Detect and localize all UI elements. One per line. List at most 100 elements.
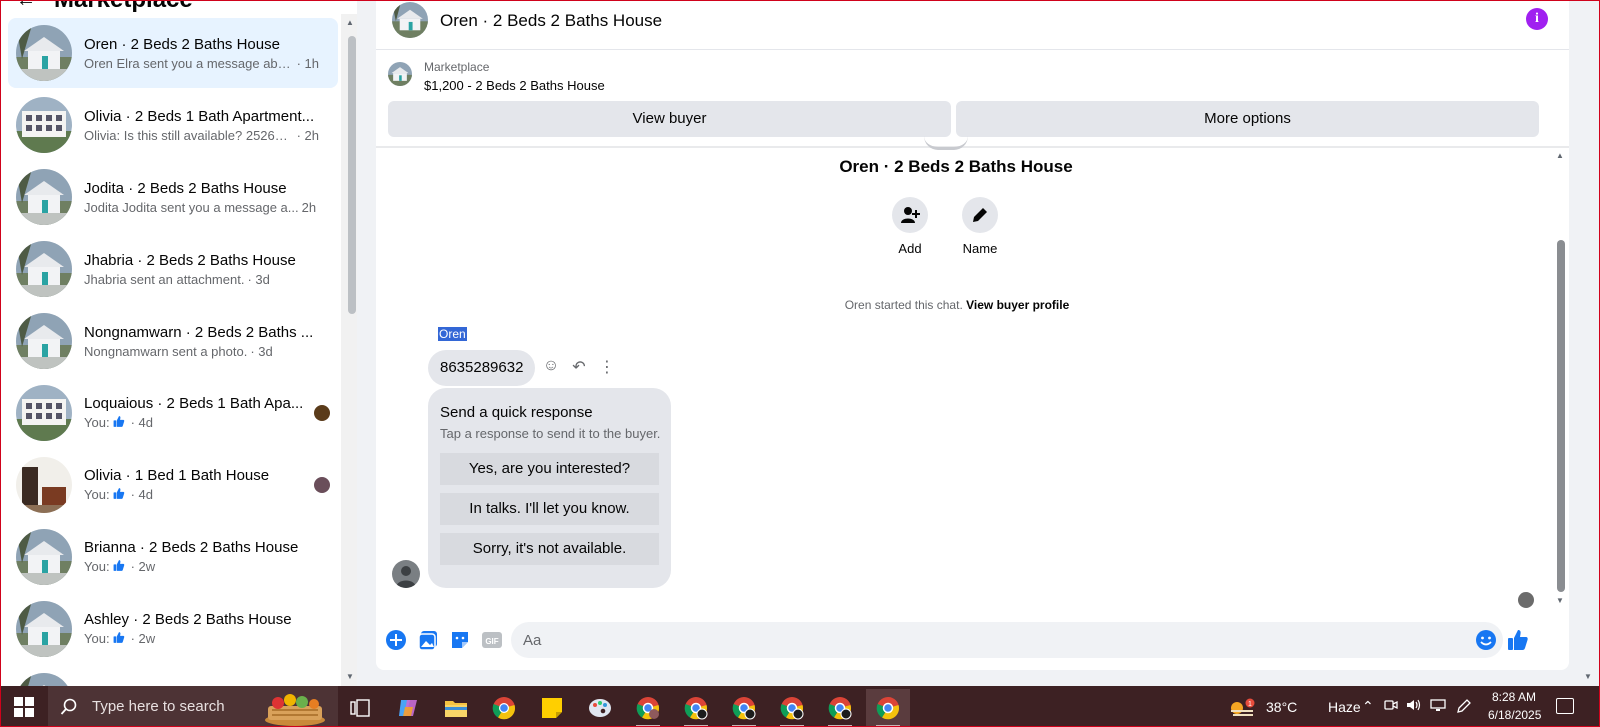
search-placeholder: Type here to search xyxy=(92,698,225,715)
quick-response-button[interactable]: Yes, are you interested? xyxy=(440,453,659,485)
scroll-up-icon[interactable]: ▲ xyxy=(1556,151,1564,160)
sticker-icon[interactable] xyxy=(448,628,472,652)
svg-text:GIF: GIF xyxy=(485,637,498,646)
clock-time[interactable]: 8:28 AM xyxy=(1492,690,1536,704)
quick-response-title: Send a quick response xyxy=(440,404,593,421)
conversation-item[interactable]: Bobby · 2 Beds 2 Baths House xyxy=(8,666,338,686)
name-action[interactable]: Name xyxy=(950,197,1010,256)
conversation-meta: Loquaious · 2 Beds 1 Bath Apa... You: · 4d xyxy=(84,395,319,431)
quick-response-subtitle: Tap a response to send it to the buyer. xyxy=(440,426,661,441)
conversation-snippet: You: xyxy=(84,487,110,502)
message-bubble[interactable]: 8635289632 xyxy=(428,350,536,386)
pen-icon[interactable] xyxy=(1456,698,1472,717)
add-person-icon[interactable] xyxy=(892,197,928,233)
notification-icon[interactable] xyxy=(1556,698,1574,714)
gif-icon[interactable]: GIF xyxy=(480,628,504,652)
conversation-title: Olivia · 1 Bed 1 Bath House xyxy=(84,467,270,484)
chrome-profile-icon[interactable] xyxy=(722,689,766,727)
photo-icon[interactable] xyxy=(416,628,440,652)
sidebar: ← Marketplace Oren · 2 Beds 2 Baths Hous… xyxy=(0,0,357,686)
more-options-button[interactable]: More options xyxy=(956,101,1539,137)
conversation-item[interactable]: Brianna · 2 Beds 2 Baths House You: · 2w xyxy=(8,522,338,592)
conversation-title: Ashley · 2 Beds 2 Baths House xyxy=(84,611,292,628)
sticky-notes-icon[interactable] xyxy=(530,689,574,727)
page-scrollbar[interactable] xyxy=(1572,0,1600,686)
conversation-avatar xyxy=(16,241,72,297)
more-icon[interactable]: ⋮ xyxy=(598,357,616,377)
conversation-title: Brianna · 2 Beds 2 Baths House xyxy=(84,539,299,556)
chat-header: Oren · 2 Beds 2 Baths House i xyxy=(376,0,1569,50)
weather-temperature[interactable]: 38°C xyxy=(1266,699,1297,715)
task-view-icon[interactable] xyxy=(338,689,382,727)
conversation-time: · 2w xyxy=(130,559,156,574)
sidebar-header: ← Marketplace xyxy=(16,0,193,14)
chrome-profile-icon[interactable] xyxy=(818,689,862,727)
back-arrow-icon[interactable]: ← xyxy=(16,0,36,12)
conversation-preview: Oren Elra sent you a message abou... · 1h xyxy=(84,56,319,71)
windows-start-icon[interactable] xyxy=(14,697,34,717)
volume-icon[interactable] xyxy=(1406,698,1422,715)
weather-description[interactable]: Haze xyxy=(1328,699,1361,715)
network-icon[interactable] xyxy=(1430,698,1446,715)
quick-response-button[interactable]: In talks. I'll let you know. xyxy=(440,493,659,525)
clock-date[interactable]: 6/18/2025 xyxy=(1488,708,1541,722)
conversation-meta: Brianna · 2 Beds 2 Baths House You: · 2w xyxy=(84,539,319,575)
file-explorer-icon[interactable] xyxy=(434,689,478,727)
chrome-active-window-icon[interactable] xyxy=(866,689,910,727)
scroll-up-icon[interactable]: ▲ xyxy=(346,18,354,27)
thumbs-up-icon[interactable] xyxy=(1506,628,1530,652)
emoji-icon[interactable] xyxy=(1474,628,1498,652)
quick-response-button[interactable]: Sorry, it's not available. xyxy=(440,533,659,565)
conversation-item[interactable]: Oren · 2 Beds 2 Baths House Oren Elra sen… xyxy=(8,18,338,88)
scroll-down-icon[interactable]: ▼ xyxy=(1556,596,1564,605)
reply-icon[interactable]: ↶ xyxy=(570,357,588,377)
thumbs-up-icon xyxy=(112,487,126,503)
conversation-snippet: You: xyxy=(84,415,110,430)
conversation-snippet: Jodita Jodita sent you a message a... xyxy=(84,199,299,215)
copilot-icon[interactable] xyxy=(386,689,430,727)
conversation-time: · 3d xyxy=(247,271,270,287)
chrome-profile-icon[interactable] xyxy=(626,689,670,727)
conversation-item[interactable]: Loquaious · 2 Beds 1 Bath Apa... You: · 4d xyxy=(8,378,338,448)
conversation-preview: Jodita Jodita sent you a message a... 2h xyxy=(84,200,319,215)
chevron-up-icon[interactable]: ⌃ xyxy=(1362,698,1374,715)
conversation-item[interactable]: Ashley · 2 Beds 2 Baths House You: · 2w xyxy=(8,594,338,664)
view-buyer-profile-link[interactable]: View buyer profile xyxy=(966,298,1069,312)
chrome-profile-icon[interactable] xyxy=(674,689,718,727)
conversation-meta: Jodita · 2 Beds 2 Baths House Jodita Jodi… xyxy=(84,180,319,215)
conversation-item[interactable]: Olivia · 2 Beds 1 Bath Apartment... Olivi… xyxy=(8,90,338,160)
seen-avatar xyxy=(314,477,330,493)
weather-haze-icon[interactable]: 1 xyxy=(1228,698,1258,718)
conversation-avatar xyxy=(16,169,72,225)
chat-scrollbar-thumb[interactable] xyxy=(1557,240,1565,592)
info-icon[interactable]: i xyxy=(1526,8,1548,30)
scroll-down-icon[interactable]: ▼ xyxy=(1584,672,1592,681)
conversation-item[interactable]: Jhabria · 2 Beds 2 Baths House Jhabria se… xyxy=(8,234,338,304)
scroll-down-icon[interactable]: ▼ xyxy=(346,672,354,681)
paint-icon[interactable] xyxy=(578,689,622,727)
composer: GIF xyxy=(376,622,1569,662)
conversation-item[interactable]: Jodita · 2 Beds 2 Baths House Jodita Jodi… xyxy=(8,162,338,232)
pencil-icon[interactable] xyxy=(962,197,998,233)
view-buyer-button[interactable]: View buyer xyxy=(388,101,951,137)
conversation-item[interactable]: Nongnamwarn · 2 Beds 2 Baths ... Nongnamw… xyxy=(8,306,338,376)
meet-now-icon[interactable] xyxy=(1384,698,1398,715)
conversation-meta: Olivia · 1 Bed 1 Bath House You: · 4d xyxy=(84,467,319,503)
chat-avatar[interactable] xyxy=(392,2,428,38)
conversation-time: 2h xyxy=(301,199,317,215)
plus-icon[interactable] xyxy=(384,628,408,652)
chrome-profile-icon[interactable] xyxy=(770,689,814,727)
taskbar: Type here to search 1 38°C Haze ⌃ 8:28 A… xyxy=(0,686,1600,727)
react-icon[interactable]: ☺ xyxy=(542,357,560,377)
add-action[interactable]: Add xyxy=(880,197,940,256)
conversation-title: Loquaious · 2 Beds 1 Bath Apa... xyxy=(84,395,304,412)
conversation-meta: Nongnamwarn · 2 Beds 2 Baths ... Nongnamw… xyxy=(84,324,319,359)
conversation-preview: You: · 2w xyxy=(84,631,319,647)
conversation-item[interactable]: Olivia · 1 Bed 1 Bath House You: · 4d xyxy=(8,450,338,520)
chat-title[interactable]: Oren · 2 Beds 2 Baths House xyxy=(440,11,662,31)
chrome-icon[interactable] xyxy=(482,689,526,727)
sidebar-scrollbar-thumb[interactable] xyxy=(348,36,356,314)
message-input[interactable] xyxy=(511,622,1503,658)
conversation-snippet: Olivia: Is this still available? 252657.… xyxy=(84,127,294,143)
sender-avatar[interactable] xyxy=(392,560,420,588)
